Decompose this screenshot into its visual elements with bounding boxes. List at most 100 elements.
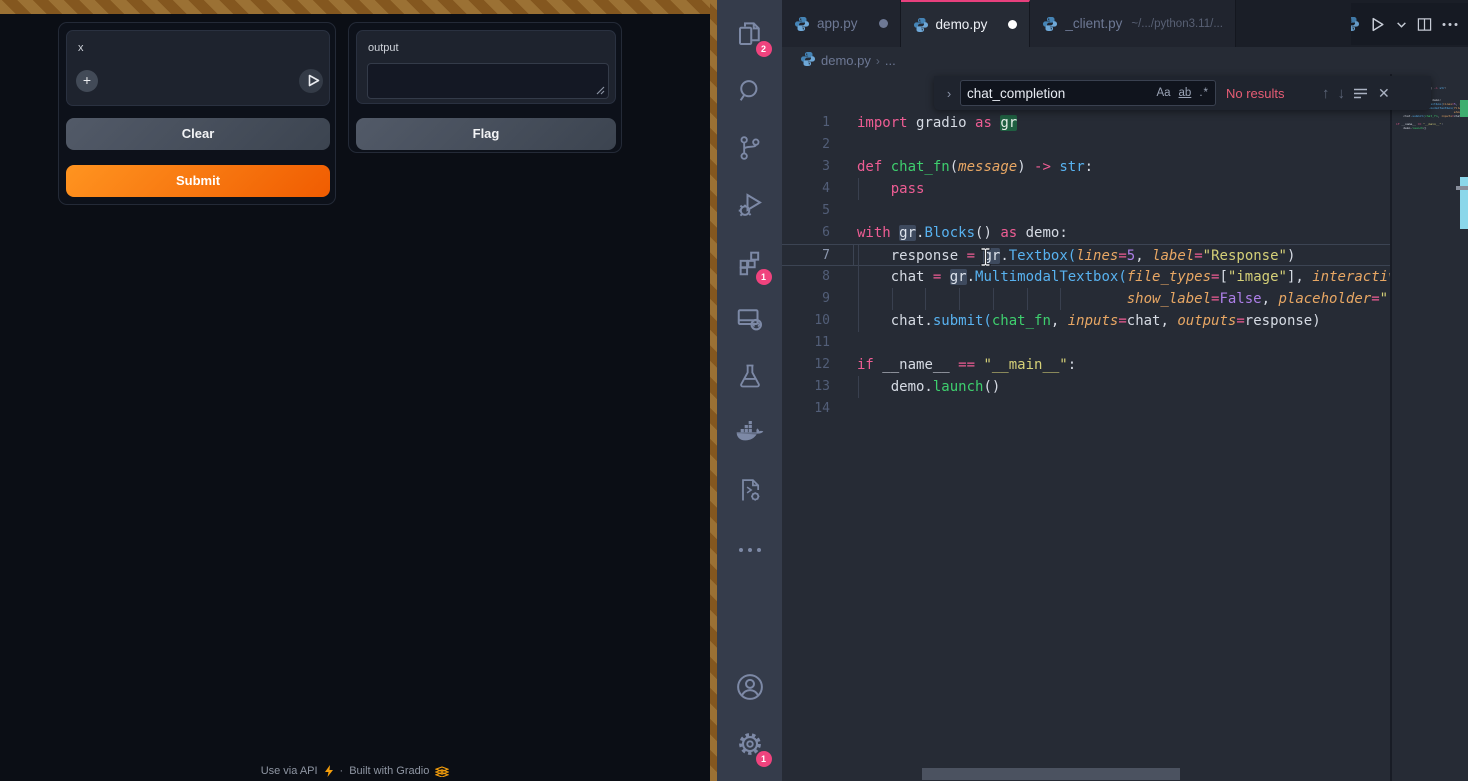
previous-match-button[interactable]: ↑ (1322, 85, 1330, 102)
code-editor[interactable]: 1import gradio as gr23def chat_fn(messag… (782, 74, 1390, 781)
find-in-selection-button[interactable] (1353, 87, 1368, 100)
activity-item-search[interactable] (726, 65, 774, 122)
code-line-11[interactable]: 11 (782, 332, 1390, 354)
code-line-7[interactable]: 7 response = gr.Textbox(lines=5, label="… (782, 244, 1390, 266)
run-dropdown-button[interactable] (1396, 19, 1407, 30)
docker-icon (734, 417, 766, 454)
code-line-14[interactable]: 14 (782, 398, 1390, 420)
use-via-api-link[interactable]: Use via API (261, 765, 318, 777)
flag-button[interactable]: Flag (356, 118, 616, 150)
line-number: 2 (782, 134, 830, 156)
code-line-5[interactable]: 5 (782, 200, 1390, 222)
modified-dot-icon[interactable] (1008, 20, 1017, 29)
ruler-match-mark (1460, 100, 1468, 117)
code-line-13[interactable]: 13 demo.launch() (782, 376, 1390, 398)
screenshare-border-top (0, 0, 717, 14)
modified-dot-icon[interactable] (879, 19, 888, 28)
tab-description: ~/.../python3.11/... (1131, 18, 1223, 30)
attach-file-button[interactable]: + (76, 70, 98, 92)
screenshare-border-vertical (710, 0, 717, 781)
python-icon (1042, 16, 1058, 32)
output-label: output (368, 42, 399, 54)
close-find-button[interactable]: ✕ (1378, 85, 1390, 102)
python-icon (913, 17, 929, 33)
built-with-gradio-link[interactable]: Built with Gradio (349, 765, 429, 777)
line-number: 4 (782, 178, 830, 200)
code-line-1[interactable]: 1import gradio as gr (782, 112, 1390, 134)
split-editor-button[interactable] (1417, 17, 1432, 32)
chevron-down-icon (1396, 19, 1407, 30)
activity-item-accounts[interactable] (726, 661, 774, 718)
breadcrumb-more[interactable]: ... (885, 53, 896, 68)
badge: 1 (756, 751, 772, 767)
line-number: 3 (782, 156, 830, 178)
tab-demo.py[interactable]: demo.py (901, 0, 1031, 47)
activity-item-settings[interactable]: 1 (726, 718, 774, 775)
minimap[interactable]: import gradio as grdef chat_fn(message) … (1390, 74, 1460, 781)
editor-area: app.py demo.py _client.py~/.../python3.11/… (782, 0, 1468, 781)
input-column-card: x + Clear Submit (58, 22, 336, 205)
match-case-toggle[interactable]: Aa (1156, 87, 1170, 99)
file-gear-icon (736, 476, 764, 509)
code-line-4[interactable]: 4 pass (782, 178, 1390, 200)
line-number: 10 (782, 310, 830, 332)
find-query-text: chat_completion (967, 86, 1148, 101)
activity-item-run-debug[interactable] (726, 179, 774, 236)
code-line-10[interactable]: 10 chat.submit(chat_fn, inputs=chat, out… (782, 310, 1390, 332)
badge: 2 (756, 41, 772, 57)
activity-item-docker[interactable] (726, 407, 774, 464)
screen: x + Clear Submit output Flag Use via API… (0, 0, 1468, 781)
tab-label: demo.py (936, 17, 988, 32)
activity-item-explorer[interactable]: 2 (726, 8, 774, 65)
next-match-button[interactable]: ↓ (1338, 85, 1346, 102)
gradio-app-window: x + Clear Submit output Flag Use via API… (0, 0, 710, 781)
activity-item-testing[interactable] (726, 350, 774, 407)
search-icon (736, 77, 764, 110)
whole-word-toggle[interactable]: ab (1179, 87, 1192, 99)
activity-item-source-control[interactable] (726, 122, 774, 179)
output-textarea[interactable] (367, 63, 609, 99)
resize-grip-icon[interactable] (596, 86, 605, 95)
activity-item-remote-explorer[interactable] (726, 293, 774, 350)
line-number: 6 (782, 222, 830, 244)
line-number: 11 (782, 332, 830, 354)
output-textbox-panel: output (356, 30, 616, 104)
python-icon (800, 51, 816, 70)
ruler-selection-mark (1460, 177, 1468, 229)
overview-ruler (1460, 74, 1468, 781)
send-button[interactable] (299, 69, 323, 93)
breadcrumb-file[interactable]: demo.py (821, 53, 871, 68)
find-input[interactable]: chat_completion Aa ab .* (960, 80, 1216, 106)
code-line-6[interactable]: 6with gr.Blocks() as demo: (782, 222, 1390, 244)
run-python-file-button[interactable] (1369, 16, 1386, 33)
lightning-icon (324, 765, 334, 777)
horizontal-scrollbar[interactable] (922, 768, 1180, 780)
line-number: 14 (782, 398, 830, 420)
code-line-8[interactable]: 8 chat = gr.MultimodalTextbox(file_types… (782, 266, 1390, 288)
activity-item-more-views[interactable] (726, 521, 774, 578)
line-number: 9 (782, 288, 830, 310)
activity-item-extensions[interactable]: 1 (726, 236, 774, 293)
vscode-window: 211 app.pydemo.py_client.py~/.../python3… (717, 0, 1468, 781)
clear-button[interactable]: Clear (66, 118, 330, 150)
code-line-12[interactable]: 12if __name__ == "__main__": (782, 354, 1390, 376)
code-line-3[interactable]: 3def chat_fn(message) -> str: (782, 156, 1390, 178)
activity-item-code-tools[interactable] (726, 464, 774, 521)
tab-_client.py[interactable]: _client.py~/.../python3.11/... (1030, 0, 1236, 47)
regex-toggle[interactable]: .* (1199, 87, 1209, 99)
line-number: 12 (782, 354, 830, 376)
gradio-footer: Use via API · Built with Gradio (0, 763, 710, 779)
tab-app.py[interactable]: app.py (782, 0, 901, 47)
debug-icon (735, 190, 765, 225)
code-line-2[interactable]: 2 (782, 134, 1390, 156)
output-column-card: output Flag (348, 22, 622, 153)
multimodal-textbox-panel[interactable]: x + (66, 30, 330, 106)
line-number: 13 (782, 376, 830, 398)
find-status: No results (1226, 86, 1314, 101)
more-actions-button[interactable] (1442, 22, 1458, 27)
ibeam-mouse-cursor (980, 248, 991, 266)
code-line-9[interactable]: 9 show_label=False, placeholder=" (782, 288, 1390, 310)
input-label: x (78, 42, 84, 54)
toggle-replace-button[interactable]: › (938, 86, 960, 101)
submit-button[interactable]: Submit (66, 165, 330, 197)
